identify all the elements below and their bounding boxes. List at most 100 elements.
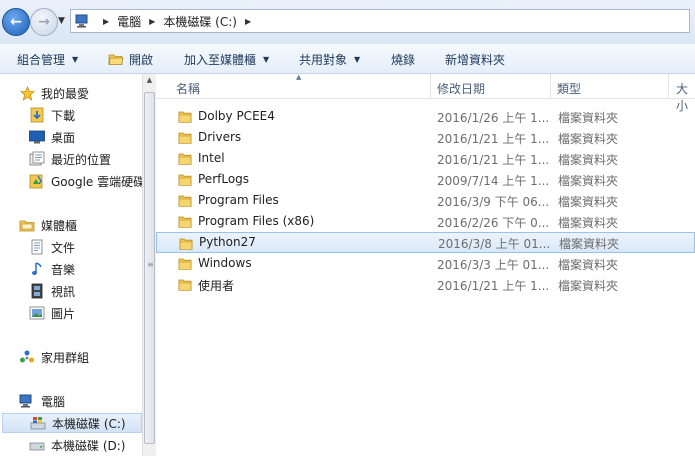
column-divider[interactable] xyxy=(668,74,669,98)
file-name: Drivers xyxy=(198,130,242,144)
sort-ascending-icon: ▲ xyxy=(296,73,302,81)
nav-homegroup[interactable]: 家用群組 xyxy=(19,347,89,367)
file-name: Python27 xyxy=(199,235,256,249)
windows-drive-icon xyxy=(30,415,46,431)
address-bar-area: ← → ▼ ▶ 電腦 ▶ 本機磁碟 (C:) ▶ xyxy=(0,0,695,44)
file-name: PerfLogs xyxy=(198,172,250,186)
forward-button[interactable]: → xyxy=(30,8,58,36)
file-type: 檔案資料夾 xyxy=(558,111,619,125)
nav-pictures[interactable]: 圖片 xyxy=(29,303,75,323)
star-icon xyxy=(19,85,35,101)
scroll-thumb[interactable]: ≡ xyxy=(144,92,155,444)
add-to-library-button[interactable]: 加入至媒體櫃 ▼ xyxy=(184,44,269,74)
breadcrumb-separator-icon[interactable]: ▶ xyxy=(103,17,109,26)
chevron-down-icon: ▼ xyxy=(354,54,361,64)
file-name: Dolby PCEE4 xyxy=(198,109,275,123)
nav-downloads[interactable]: 下載 xyxy=(29,105,75,125)
column-date-modified[interactable]: 修改日期 xyxy=(437,80,485,97)
column-divider[interactable] xyxy=(430,74,431,98)
picture-icon xyxy=(29,305,45,321)
libraries-icon xyxy=(19,217,35,233)
nav-drive-d[interactable]: 本機磁碟 (D:) xyxy=(29,435,125,455)
share-with-button[interactable]: 共用對象 ▼ xyxy=(299,44,360,74)
folder-icon xyxy=(178,131,192,144)
documents-icon xyxy=(29,239,45,255)
file-type: 檔案資料夾 xyxy=(558,279,619,293)
nav-label: 媒體櫃 xyxy=(41,218,78,233)
breadcrumb-computer[interactable]: 電腦 xyxy=(117,13,141,30)
nav-scrollbar[interactable]: ▲ ≡ xyxy=(142,74,156,456)
nav-videos[interactable]: 視訊 xyxy=(29,281,75,301)
homegroup-icon xyxy=(19,349,35,365)
back-button[interactable]: ← xyxy=(2,8,30,36)
nav-drive-c[interactable]: 本機磁碟 (C:) xyxy=(2,413,142,433)
file-row[interactable]: Windows 2016/3/3 上午 01... 檔案資料夾 xyxy=(156,253,695,274)
breadcrumb-separator-icon[interactable]: ▶ xyxy=(149,17,155,26)
file-row[interactable]: 使用者 2016/1/21 上午 1... 檔案資料夾 xyxy=(156,274,695,295)
file-row[interactable]: Program Files 2016/3/9 下午 06... 檔案資料夾 xyxy=(156,190,695,211)
file-type: 檔案資料夾 xyxy=(558,174,619,188)
back-arrow-icon: ← xyxy=(10,14,22,30)
nav-label: 視訊 xyxy=(51,284,76,299)
organize-label: 組合管理 xyxy=(17,52,66,67)
nav-music[interactable]: 音樂 xyxy=(29,259,75,279)
nav-label: 下載 xyxy=(51,108,76,123)
folder-icon xyxy=(178,194,192,207)
address-breadcrumb[interactable]: ▶ 電腦 ▶ 本機磁碟 (C:) ▶ xyxy=(70,9,690,33)
file-row[interactable]: PerfLogs 2009/7/14 上午 1... 檔案資料夾 xyxy=(156,169,695,190)
file-row[interactable]: Python27 2016/3/8 上午 01... 檔案資料夾 xyxy=(156,232,695,253)
grip-icon: ≡ xyxy=(147,260,154,269)
organize-button[interactable]: 組合管理 ▼ xyxy=(17,44,78,74)
folder-icon xyxy=(178,257,192,270)
nav-computer[interactable]: 電腦 xyxy=(19,391,65,411)
file-row[interactable]: Program Files (x86) 2016/2/26 下午 0... 檔案資料… xyxy=(156,211,695,232)
column-divider[interactable] xyxy=(550,74,551,98)
file-row[interactable]: Intel 2016/1/21 上午 1... 檔案資料夾 xyxy=(156,148,695,169)
nav-label: 本機磁碟 (C:) xyxy=(52,416,126,431)
nav-recent-places[interactable]: 最近的位置 xyxy=(29,149,111,169)
new-folder-button[interactable]: 新增資料夾 xyxy=(445,44,505,74)
column-type[interactable]: 類型 xyxy=(557,80,581,97)
folder-icon xyxy=(178,110,192,123)
folder-icon xyxy=(178,215,192,228)
open-folder-icon xyxy=(108,52,124,66)
breadcrumb-separator-icon[interactable]: ▶ xyxy=(245,17,251,26)
scroll-up-arrow-icon[interactable]: ▲ xyxy=(143,76,156,88)
nav-documents[interactable]: 文件 xyxy=(29,237,75,257)
music-note-icon xyxy=(29,261,45,277)
nav-label: 家用群組 xyxy=(41,350,90,365)
open-button[interactable]: 開啟 xyxy=(108,44,153,74)
file-date-modified: 2016/2/26 下午 0... xyxy=(437,216,550,230)
file-date-modified: 2016/1/21 上午 1... xyxy=(437,279,550,293)
file-date-modified: 2009/7/14 上午 1... xyxy=(437,174,550,188)
nav-google-drive[interactable]: Google 雲端硬碟 xyxy=(29,171,142,191)
file-date-modified: 2016/3/8 上午 01... xyxy=(438,237,551,251)
file-name: Windows xyxy=(198,256,252,270)
folder-icon xyxy=(178,152,192,165)
nav-libraries[interactable]: 媒體櫃 xyxy=(19,215,77,235)
nav-label: 電腦 xyxy=(41,394,66,409)
recent-places-icon xyxy=(29,151,45,167)
folder-icon xyxy=(178,278,192,291)
file-name: Program Files xyxy=(198,193,279,207)
folder-icon xyxy=(178,173,192,186)
column-name[interactable]: 名稱 xyxy=(176,80,200,97)
chevron-down-icon: ▼ xyxy=(72,54,79,64)
breadcrumb-drive-c[interactable]: 本機磁碟 (C:) xyxy=(163,13,237,30)
file-type: 檔案資料夾 xyxy=(558,153,619,167)
file-type: 檔案資料夾 xyxy=(558,216,619,230)
file-type: 檔案資料夾 xyxy=(559,237,620,251)
file-type: 檔案資料夾 xyxy=(558,195,619,209)
column-header: ▲ 名稱 修改日期 類型 大小 xyxy=(156,73,695,113)
burn-button[interactable]: 燒錄 xyxy=(391,44,415,74)
recent-pages-dropdown-icon[interactable]: ▼ xyxy=(58,16,65,26)
share-with-label: 共用對象 xyxy=(299,52,348,67)
file-name: 使用者 xyxy=(198,279,235,293)
file-row[interactable]: Dolby PCEE4 2016/1/26 上午 1... 檔案資料夾 xyxy=(156,106,695,127)
forward-arrow-icon: → xyxy=(38,14,50,30)
navigation-pane: 我的最愛 下載 桌面 最近的位置 Google 雲端硬碟 媒體櫃 文件 音樂 視… xyxy=(0,74,142,456)
nav-favorites[interactable]: 我的最愛 xyxy=(19,83,89,103)
file-row[interactable]: Drivers 2016/1/21 上午 1... 檔案資料夾 xyxy=(156,127,695,148)
computer-icon xyxy=(19,393,35,409)
nav-desktop[interactable]: 桌面 xyxy=(29,127,75,147)
